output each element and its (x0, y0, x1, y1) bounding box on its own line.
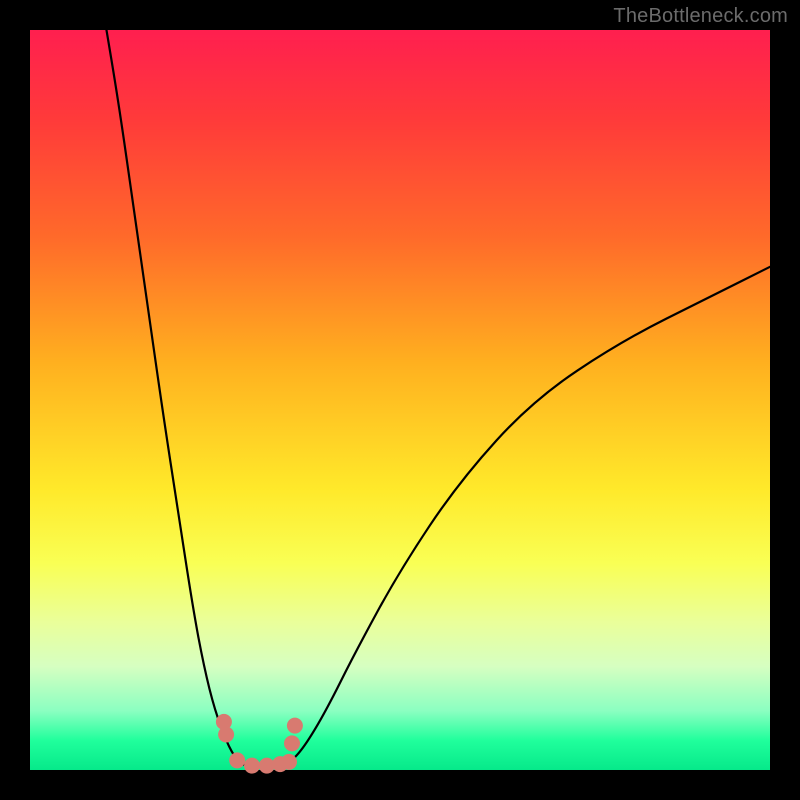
highlight-point (244, 758, 260, 774)
watermark-text: TheBottleneck.com (613, 5, 788, 28)
plot-area (30, 30, 770, 770)
bottleneck-curve (104, 15, 770, 766)
highlight-point (218, 727, 234, 743)
highlight-point (229, 752, 245, 768)
curve-layer (30, 30, 770, 770)
highlight-point (281, 754, 297, 770)
highlight-point (287, 718, 303, 734)
highlight-point (284, 735, 300, 751)
chart-frame: TheBottleneck.com (0, 0, 800, 800)
